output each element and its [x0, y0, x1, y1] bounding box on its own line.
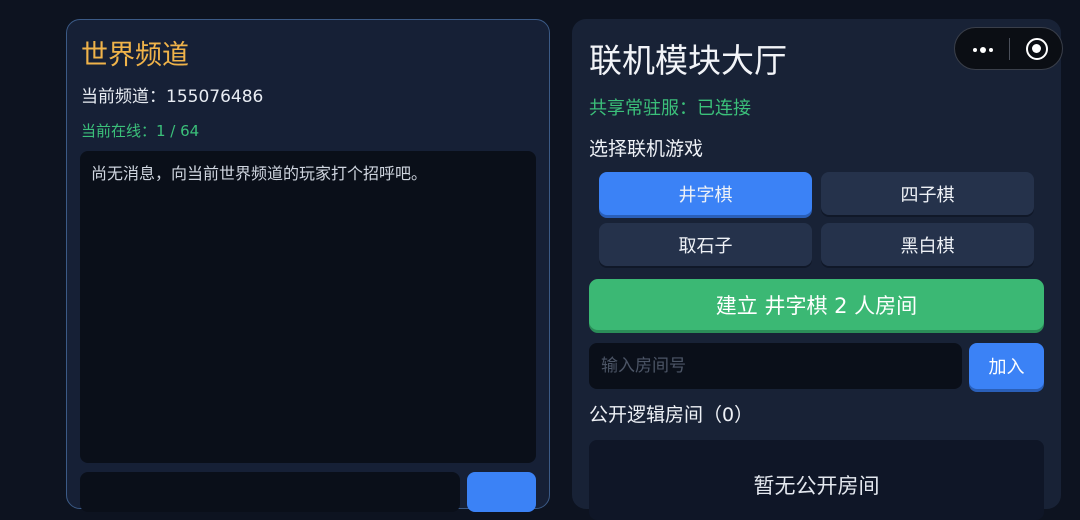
server-status-text: 共享常驻服：已连接	[589, 98, 751, 119]
public-rooms-list: 暂无公开房间	[589, 440, 1044, 520]
game-option-connect-four[interactable]: 四子棋	[821, 172, 1034, 215]
room-number-input[interactable]	[589, 343, 962, 389]
capsule-divider	[1009, 38, 1010, 60]
world-channel-title: 世界频道	[81, 40, 189, 71]
current-channel-text: 当前频道：155076486	[81, 87, 264, 107]
public-rooms-label: 公开逻辑房间（0）	[589, 404, 754, 426]
close-target-icon[interactable]	[1026, 38, 1048, 60]
public-rooms-empty: 暂无公开房间	[753, 474, 880, 498]
lobby-title: 联机模块大厅	[589, 41, 787, 80]
chat-input[interactable]	[80, 472, 460, 512]
online-count-text: 当前在线：1 / 64	[81, 122, 200, 140]
game-option-reversi[interactable]: 黑白棋	[821, 223, 1034, 266]
chat-message-area[interactable]: 尚无消息，向当前世界频道的玩家打个招呼吧。	[80, 151, 536, 463]
capsule-menu	[954, 27, 1063, 70]
lobby-panel: 联机模块大厅 共享常驻服：已连接 选择联机游戏 井字棋 四子棋 取石子 黑白棋 …	[572, 19, 1061, 520]
join-room-button[interactable]: 加入	[969, 343, 1044, 389]
more-dots-icon[interactable]	[973, 47, 993, 53]
chat-empty-message: 尚无消息，向当前世界频道的玩家打个招呼吧。	[91, 164, 428, 183]
world-channel-panel: 世界频道 当前频道：155076486 当前在线：1 / 64 尚无消息，向当前…	[66, 19, 550, 512]
game-option-tictactoe[interactable]: 井字棋	[599, 172, 812, 215]
select-game-label: 选择联机游戏	[589, 138, 704, 160]
game-option-nim[interactable]: 取石子	[599, 223, 812, 266]
send-button[interactable]	[467, 472, 536, 512]
create-room-button[interactable]: 建立 井字棋 2 人房间	[589, 279, 1044, 330]
